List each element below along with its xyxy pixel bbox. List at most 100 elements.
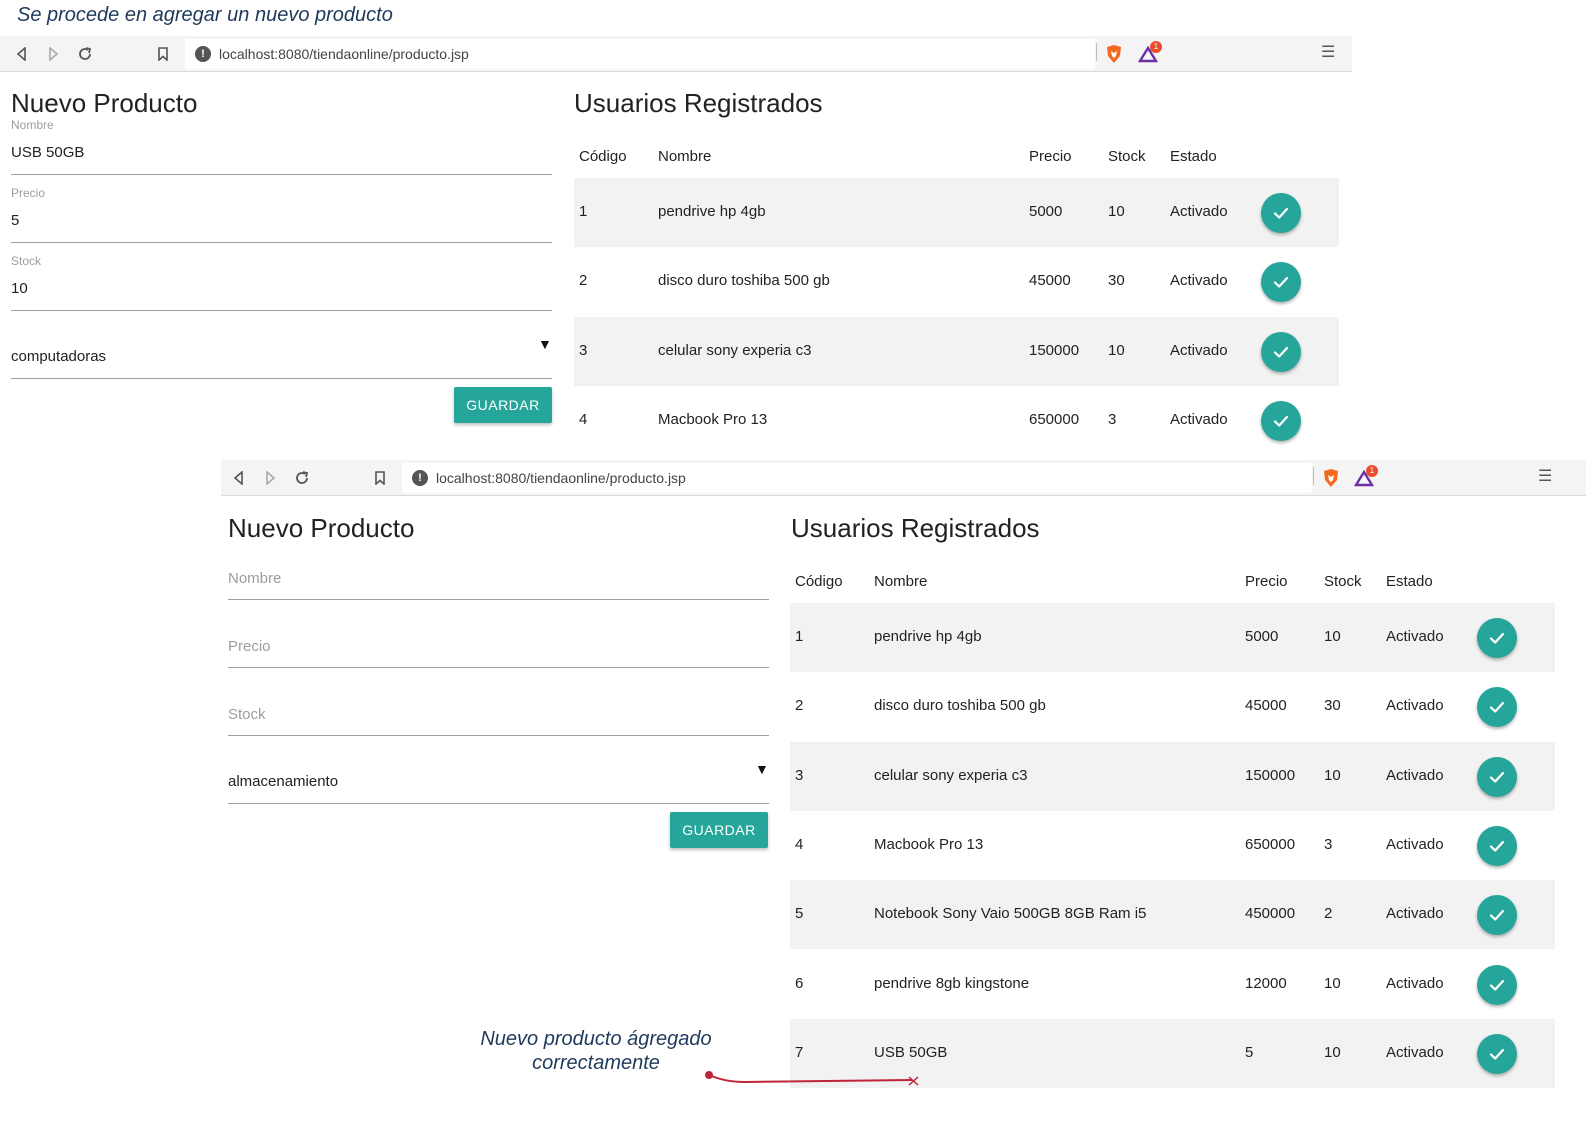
cell-codigo: 4 [579,410,588,428]
check-icon[interactable] [1477,687,1517,728]
cell-precio: 45000 [1245,697,1287,715]
header-nombre: Nombre [658,148,712,165]
browser-window-after: ! localhost:8080/tiendaonline/producto.j… [221,460,1586,1121]
reload-icon[interactable] [75,44,95,64]
divider [1313,467,1314,485]
check-icon[interactable] [1477,895,1517,936]
caption: Se procede en agregar un nuevo producto [17,4,393,26]
url-text: localhost:8080/tiendaonline/producto.jsp [436,470,686,486]
cell-nombre: pendrive hp 4gb [658,203,766,220]
reload-icon[interactable] [292,468,312,488]
cell-codigo: 5 [795,905,804,923]
dropdown-arrow-icon: ▼ [755,761,769,777]
cell-precio: 12000 [1245,974,1287,992]
nombre-field[interactable]: Nombre [228,554,769,600]
precio-label: Precio [11,186,46,200]
cell-stock: 3 [1324,835,1333,853]
brave-rewards-icon[interactable]: 1 [1353,465,1378,488]
categoria-value: almacenamiento [228,773,339,790]
annotation-line-2: correctamente [532,1052,660,1074]
nombre-field[interactable]: Nombre USB 50GB [11,118,552,175]
cell-estado: Activado [1386,1043,1444,1061]
cell-precio: 150000 [1029,341,1080,359]
cell-stock: 3 [1108,410,1117,428]
categoria-value: computadoras [11,348,107,365]
cell-nombre: disco duro toshiba 500 gb [658,272,830,290]
header-codigo: Código [795,573,843,590]
cell-stock: 10 [1324,1043,1341,1061]
cell-stock: 10 [1108,203,1125,220]
brave-rewards-icon[interactable]: 1 [1137,41,1162,64]
header-stock: Stock [1324,573,1362,590]
rewards-badge: 1 [1366,465,1378,477]
bookmark-icon[interactable] [370,468,390,488]
table-header: Código Nombre Precio Stock Estado [574,140,1339,176]
cell-nombre: Macbook Pro 13 [658,410,768,428]
header-estado: Estado [1170,148,1217,165]
cell-precio: 5000 [1245,628,1279,645]
check-icon[interactable] [1477,618,1517,658]
cell-codigo: 1 [795,628,804,645]
products-table: Código Nombre Precio Stock Estado 1 pendr… [574,140,1339,456]
save-button[interactable]: GUARDAR [670,812,768,848]
url-text: localhost:8080/tiendaonline/producto.jsp [219,46,469,62]
categoria-select[interactable]: computadoras ▼ [11,326,552,379]
browser-toolbar: ! localhost:8080/tiendaonline/producto.j… [221,460,1586,496]
check-icon[interactable] [1477,964,1517,1005]
header-precio: Precio [1245,573,1288,590]
check-icon[interactable] [1261,400,1301,441]
check-icon[interactable] [1261,262,1301,303]
cell-estado: Activado [1170,341,1228,359]
menu-icon[interactable]: ☰ [1321,45,1335,61]
stock-field[interactable]: Stock [228,690,769,736]
info-icon[interactable]: ! [195,46,211,62]
check-icon[interactable] [1477,825,1517,866]
check-icon[interactable] [1261,193,1301,233]
table-title: Usuarios Registrados [791,513,1040,543]
cell-codigo: 2 [795,697,804,715]
info-icon[interactable]: ! [412,470,428,486]
table-row: 3 celular sony experia c3 150000 10 Activado [790,741,1555,811]
cell-stock: 10 [1324,766,1341,784]
cell-estado: Activado [1386,628,1444,645]
dropdown-arrow-icon: ▼ [538,336,552,352]
cell-nombre: pendrive hp 4gb [874,628,982,645]
back-icon[interactable] [12,44,32,64]
check-icon[interactable] [1261,331,1301,372]
categoria-select[interactable]: almacenamiento ▼ [228,751,769,804]
precio-field[interactable]: Precio [228,622,769,668]
cell-precio: 5 [1245,1043,1254,1061]
forward-icon[interactable] [43,44,63,64]
address-bar[interactable]: ! localhost:8080/tiendaonline/producto.j… [402,463,1312,493]
products-table: Código Nombre Precio Stock Estado 1 pendr… [790,565,1555,1105]
brave-shield-icon[interactable] [1105,44,1123,64]
nombre-value: USB 50GB [11,144,85,161]
check-icon[interactable] [1477,756,1517,797]
cell-codigo: 4 [795,835,804,853]
form-title: Nuevo Producto [228,513,415,543]
stock-field[interactable]: Stock 10 [11,254,552,311]
header-codigo: Código [579,148,627,165]
bookmark-icon[interactable] [153,44,173,64]
precio-value: 5 [11,212,20,229]
precio-field[interactable]: Precio 5 [11,186,552,243]
cell-codigo: 6 [795,974,804,992]
forward-icon[interactable] [260,468,280,488]
cell-codigo: 2 [579,272,588,290]
table-row: 6 pendrive 8gb kingstone 12000 10 Activado [790,950,1555,1019]
brave-shield-icon[interactable] [1322,468,1340,488]
address-bar[interactable]: ! localhost:8080/tiendaonline/producto.j… [185,39,1095,69]
cell-nombre: Macbook Pro 13 [874,835,984,853]
cell-stock: 10 [1324,974,1341,992]
save-button[interactable]: GUARDAR [454,387,552,423]
check-icon[interactable] [1477,1033,1517,1074]
table-row: 1 pendrive hp 4gb 5000 10 Activado [790,603,1555,672]
cell-precio: 5000 [1029,203,1063,220]
stock-value: 10 [11,280,28,297]
cell-nombre: Notebook Sony Vaio 500GB 8GB Ram i5 [874,905,1147,923]
cell-precio: 650000 [1029,410,1080,428]
header-estado: Estado [1386,573,1433,590]
cell-precio: 45000 [1029,272,1071,290]
back-icon[interactable] [229,468,249,488]
menu-icon[interactable]: ☰ [1538,469,1552,485]
